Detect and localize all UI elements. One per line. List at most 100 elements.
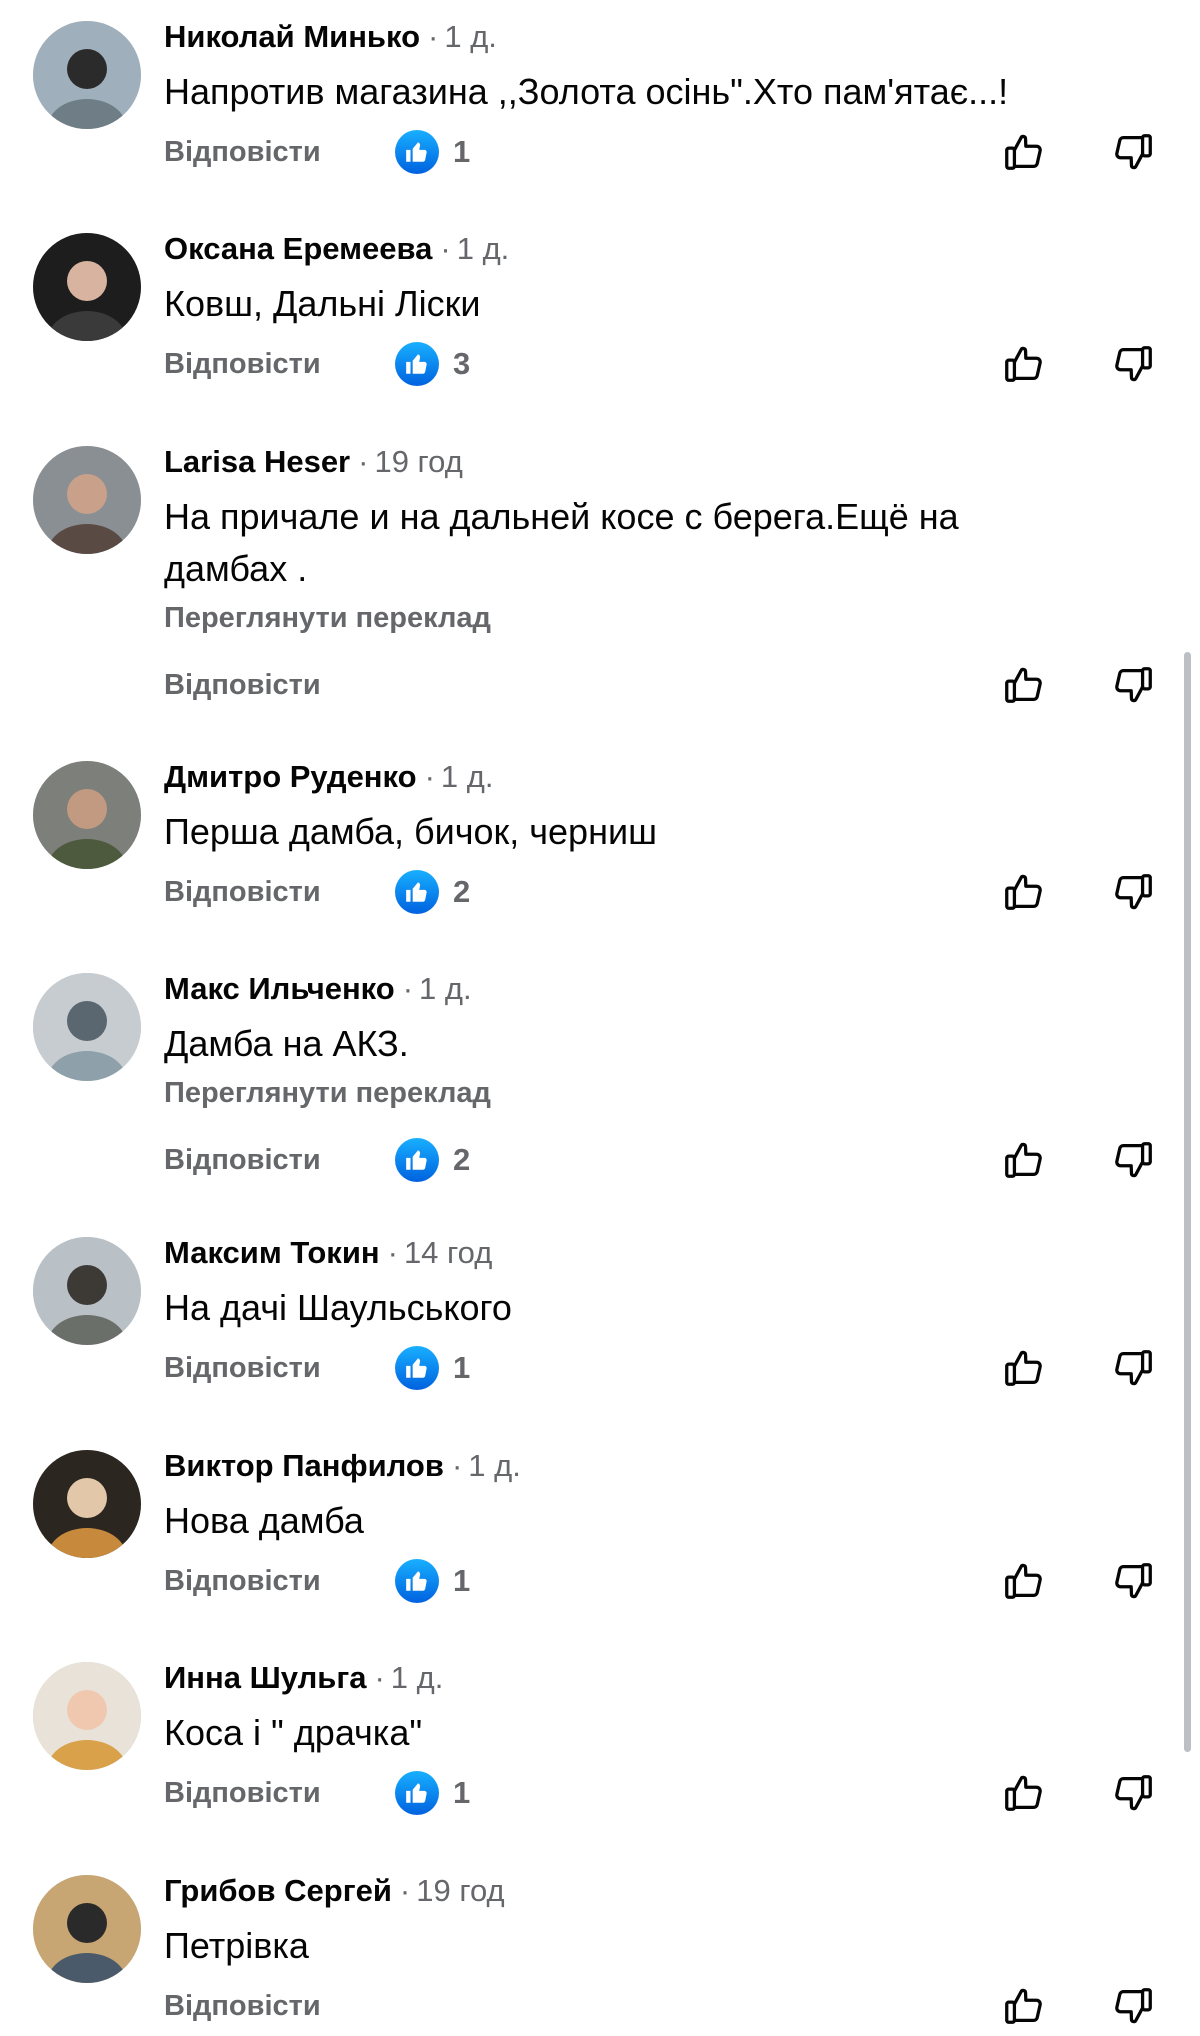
comment-header: Инна Шульга · 1 д. [164, 1658, 443, 1698]
author-name[interactable]: Виктор Панфилов [164, 1448, 444, 1483]
scrollbar[interactable] [1184, 652, 1191, 1752]
comment-text: Нова дамба [164, 1500, 364, 1541]
separator-dot: · [424, 759, 435, 794]
reaction-summary[interactable]: 2 [395, 1136, 470, 1184]
comment-text: На причале и на дальней косе с берега.Ещ… [164, 496, 959, 589]
reaction-count: 1 [453, 1563, 471, 1598]
comment-actions: Відповісти 1 [0, 1338, 1200, 1398]
comment-header: Грибов Сергей · 19 год [164, 1871, 505, 1911]
thumbs-down-outline-icon[interactable] [1107, 1342, 1159, 1394]
comment-header: Larisa Heser · 19 год [164, 442, 463, 482]
like-icon [395, 1771, 439, 1815]
comment-text: Петрівка [164, 1925, 309, 1966]
thumbs-up-outline-icon[interactable] [998, 1555, 1050, 1607]
timestamp[interactable]: 1 д. [468, 1448, 521, 1483]
thumbs-down-outline-icon[interactable] [1107, 1134, 1159, 1186]
reply-button[interactable]: Відповісти [164, 1773, 321, 1813]
reply-button[interactable]: Відповісти [164, 1561, 321, 1601]
reaction-count: 1 [453, 1775, 471, 1810]
author-name[interactable]: Максим Токин [164, 1235, 380, 1270]
thumbs-down-outline-icon[interactable] [1107, 866, 1159, 918]
reply-button[interactable]: Відповісти [164, 1348, 321, 1388]
thumbs-down-outline-icon[interactable] [1107, 126, 1159, 178]
author-name[interactable]: Николай Минько [164, 19, 420, 54]
thumbs-up-outline-icon[interactable] [998, 338, 1050, 390]
see-translation-link[interactable]: Переглянути переклад [164, 1073, 491, 1113]
separator-dot: · [428, 19, 439, 54]
timestamp[interactable]: 1 д. [391, 1660, 444, 1695]
comment-header: Николай Минько · 1 д. [164, 17, 497, 57]
comment-actions: Відповісти 2 [0, 1130, 1200, 1190]
reply-button[interactable]: Відповісти [164, 1986, 321, 2026]
author-name[interactable]: Оксана Еремеева [164, 231, 432, 266]
author-name[interactable]: Дмитро Руденко [164, 759, 417, 794]
author-name[interactable]: Грибов Сергей [164, 1873, 392, 1908]
thumbs-up-outline-icon[interactable] [998, 659, 1050, 711]
reaction-count: 2 [453, 874, 471, 909]
reaction-summary[interactable]: 2 [395, 868, 470, 916]
thumbs-up-outline-icon[interactable] [998, 866, 1050, 918]
separator-dot: · [451, 1448, 463, 1483]
separator-dot: · [399, 1873, 411, 1908]
comment-actions: Відповісти [0, 1976, 1200, 2036]
timestamp[interactable]: 19 год [416, 1873, 504, 1908]
comment-actions: Відповісти 2 [0, 862, 1200, 922]
reply-button[interactable]: Відповісти [164, 1140, 321, 1180]
see-translation-link[interactable]: Переглянути переклад [164, 598, 491, 638]
timestamp[interactable]: 1 д. [441, 759, 494, 794]
thumbs-down-outline-icon[interactable] [1107, 659, 1159, 711]
separator-dot: · [402, 971, 414, 1006]
reply-button[interactable]: Відповісти [164, 344, 321, 384]
reaction-count: 2 [453, 1142, 471, 1177]
separator-dot: · [387, 1235, 398, 1270]
avatar[interactable] [33, 973, 141, 1081]
reply-button[interactable]: Відповісти [164, 132, 321, 172]
avatar[interactable] [33, 446, 141, 554]
comment-header: Максим Токин · 14 год [164, 1233, 492, 1273]
reaction-summary[interactable]: 1 [395, 1344, 470, 1392]
thumbs-down-outline-icon[interactable] [1107, 1767, 1159, 1819]
reaction-count: 1 [453, 1350, 471, 1385]
like-icon [395, 870, 439, 914]
avatar[interactable] [33, 21, 141, 129]
reaction-summary[interactable]: 1 [395, 1769, 470, 1817]
avatar[interactable] [33, 1662, 141, 1770]
like-icon [395, 130, 439, 174]
author-name[interactable]: Larisa Heser [164, 444, 350, 479]
like-icon [395, 1346, 439, 1390]
like-icon [395, 1138, 439, 1182]
reply-button[interactable]: Відповісти [164, 665, 321, 705]
avatar[interactable] [33, 1450, 141, 1558]
like-icon [395, 1559, 439, 1603]
timestamp[interactable]: 14 год [404, 1235, 492, 1270]
avatar[interactable] [33, 1237, 141, 1345]
thumbs-down-outline-icon[interactable] [1107, 338, 1159, 390]
comment-header: Оксана Еремеева · 1 д. [164, 229, 509, 269]
timestamp[interactable]: 19 год [374, 444, 462, 479]
avatar[interactable] [33, 761, 141, 869]
thumbs-up-outline-icon[interactable] [998, 1134, 1050, 1186]
comment-text: На дачі Шаульського [164, 1287, 512, 1328]
reaction-summary[interactable]: 3 [395, 340, 470, 388]
thumbs-up-outline-icon[interactable] [998, 1980, 1050, 2032]
timestamp[interactable]: 1 д. [457, 231, 510, 266]
reply-button[interactable]: Відповісти [164, 872, 321, 912]
author-name[interactable]: Инна Шульга [164, 1660, 366, 1695]
separator-dot: · [440, 231, 451, 266]
reaction-summary[interactable]: 1 [395, 1557, 470, 1605]
separator-dot: · [358, 444, 369, 479]
avatar[interactable] [33, 1875, 141, 1983]
thumbs-down-outline-icon[interactable] [1107, 1555, 1159, 1607]
thumbs-up-outline-icon[interactable] [998, 1342, 1050, 1394]
timestamp[interactable]: 1 д. [444, 19, 497, 54]
reaction-summary[interactable]: 1 [395, 128, 470, 176]
comment-text: Перша дамба, бичок, черниш [164, 811, 657, 852]
author-name[interactable]: Макс Ильченко [164, 971, 395, 1006]
thumbs-down-outline-icon[interactable] [1107, 1980, 1159, 2032]
comment-actions: Відповісти 1 [0, 122, 1200, 182]
thumbs-up-outline-icon[interactable] [998, 126, 1050, 178]
comment-text: Коса і " драчка" [164, 1712, 423, 1753]
thumbs-up-outline-icon[interactable] [998, 1767, 1050, 1819]
avatar[interactable] [33, 233, 141, 341]
timestamp[interactable]: 1 д. [419, 971, 472, 1006]
